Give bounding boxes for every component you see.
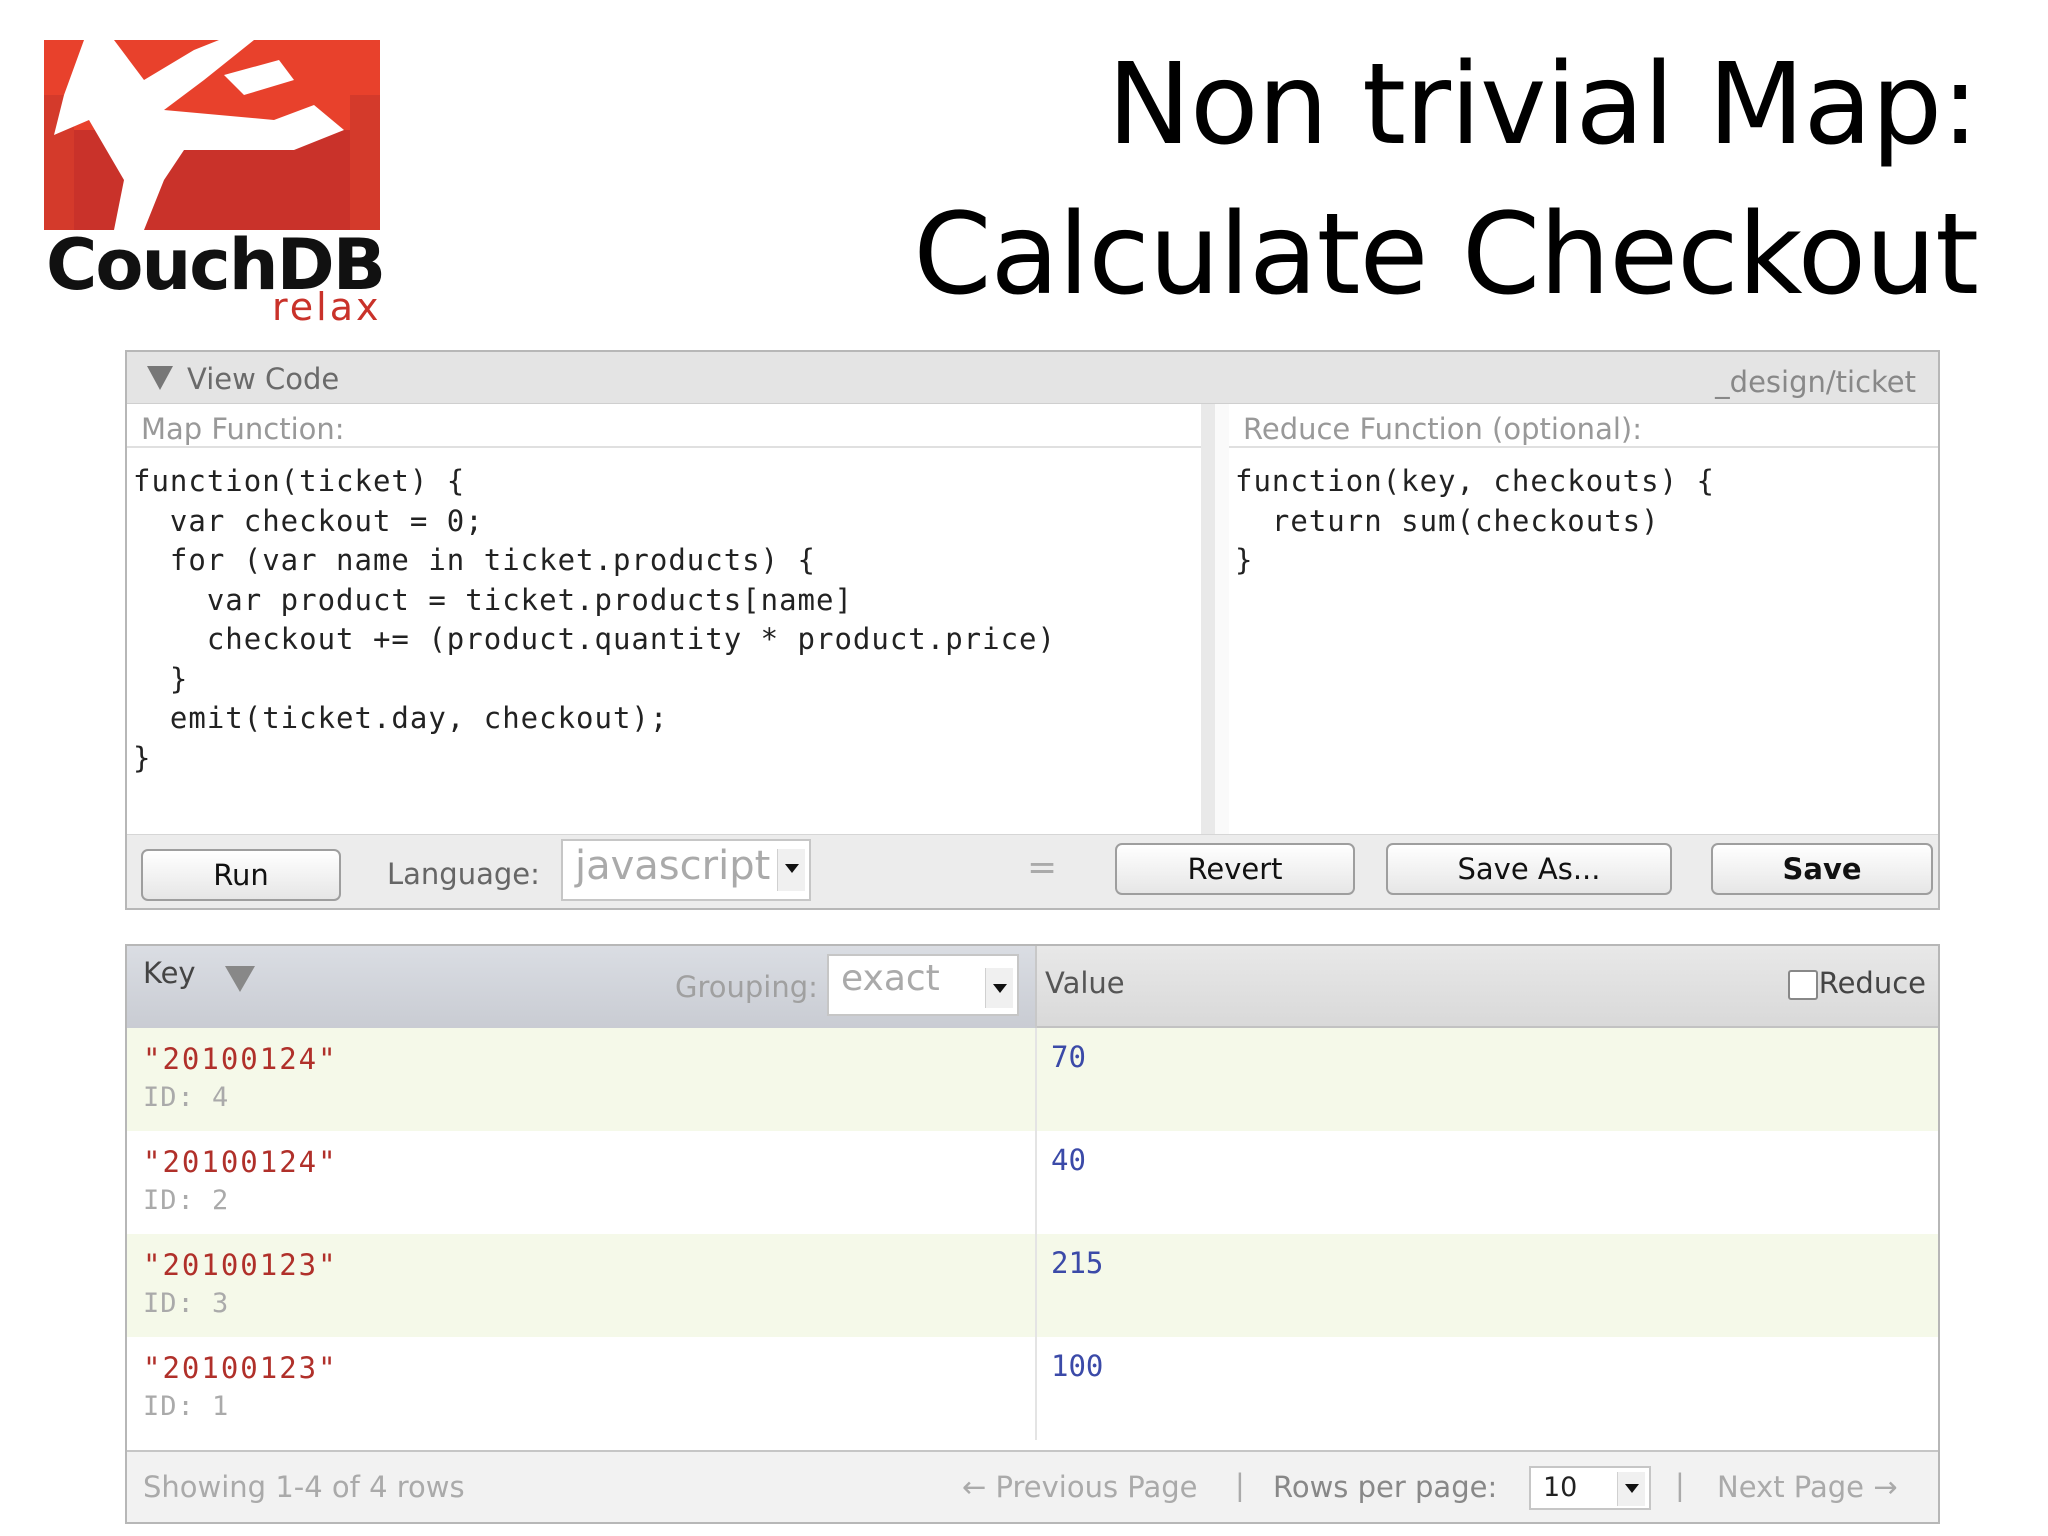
slide-title: Non trivial Map: Calculate Checkout (913, 30, 1979, 330)
row-doc-id[interactable]: ID: 2 (143, 1185, 229, 1216)
row-value: 40 (1051, 1143, 1086, 1177)
row-doc-id[interactable]: ID: 4 (143, 1082, 229, 1113)
key-header-label: Key (143, 956, 196, 990)
couch-icon (44, 40, 380, 230)
key-column-header[interactable]: Key Grouping: exact (127, 946, 1037, 1028)
row-count-status: Showing 1-4 of 4 rows (143, 1470, 465, 1504)
row-key: "20100124" (143, 1042, 338, 1076)
table-row[interactable]: "20100123" ID: 1 100 (127, 1337, 1938, 1440)
resize-handle[interactable]: = (1027, 847, 1057, 888)
view-code-title: View Code (187, 362, 340, 396)
dropdown-arrow-icon[interactable] (1617, 1472, 1645, 1506)
row-doc-id[interactable]: ID: 3 (143, 1288, 229, 1319)
dropdown-arrow-icon[interactable] (777, 849, 805, 891)
slide-title-line2: Calculate Checkout (913, 190, 1979, 320)
key-cell: "20100123" ID: 1 (127, 1337, 1037, 1440)
table-row[interactable]: "20100124" ID: 4 70 (127, 1028, 1938, 1131)
couchdb-logo: CouchDB relax (40, 40, 386, 340)
row-key: "20100123" (143, 1351, 338, 1385)
value-column-header: Value (1045, 966, 1125, 1000)
rows-per-page-value: 10 (1543, 1472, 1578, 1503)
key-cell: "20100123" ID: 3 (127, 1234, 1037, 1337)
previous-page-link[interactable]: ← Previous Page (962, 1470, 1198, 1504)
row-key: "20100124" (143, 1145, 338, 1179)
revert-button[interactable]: Revert (1115, 843, 1355, 895)
run-button[interactable]: Run (141, 849, 341, 901)
save-as-button[interactable]: Save As... (1386, 843, 1672, 895)
view-toolbar: Run Language: javascript = Revert Save A… (127, 834, 1938, 908)
pagination-separator: | (1675, 1468, 1685, 1502)
results-header: Key Grouping: exact Value Reduce (127, 946, 1938, 1028)
language-label: Language: (387, 857, 540, 891)
reduce-checkbox-label[interactable]: Reduce (1819, 966, 1926, 1000)
view-code-header[interactable]: View Code _design/ticket (127, 352, 1938, 404)
save-button[interactable]: Save (1711, 843, 1933, 895)
view-code-panel: View Code _design/ticket Map Function: f… (125, 350, 1940, 910)
language-value: javascript (575, 843, 771, 889)
sort-descending-icon[interactable] (225, 966, 255, 992)
row-value: 70 (1051, 1040, 1086, 1074)
slide-title-line1: Non trivial Map: (1107, 40, 1979, 170)
row-key: "20100123" (143, 1248, 338, 1282)
grouping-value: exact (841, 958, 940, 999)
table-row[interactable]: "20100124" ID: 2 40 (127, 1131, 1938, 1234)
reduce-function-label: Reduce Function (optional): (1229, 404, 1938, 448)
row-value: 100 (1051, 1349, 1104, 1383)
row-doc-id[interactable]: ID: 1 (143, 1391, 229, 1422)
reduce-function-editor[interactable]: function(key, checkouts) { return sum(ch… (1229, 448, 1938, 595)
pagination-footer: Showing 1-4 of 4 rows ← Previous Page | … (127, 1450, 1938, 1522)
results-table: Key Grouping: exact Value Reduce "201001… (125, 944, 1940, 1524)
reduce-checkbox[interactable] (1788, 970, 1818, 1000)
language-select[interactable]: javascript (561, 839, 811, 901)
map-function-label: Map Function: (127, 404, 1201, 448)
pagination-separator: | (1235, 1468, 1245, 1502)
next-page-link[interactable]: Next Page → (1717, 1470, 1898, 1504)
grouping-label: Grouping: (675, 970, 818, 1004)
table-row[interactable]: "20100123" ID: 3 215 (127, 1234, 1938, 1337)
rows-per-page-label: Rows per page: (1273, 1470, 1498, 1504)
map-function-editor[interactable]: function(ticket) { var checkout = 0; for… (127, 448, 1201, 792)
map-function-column: Map Function: function(ticket) { var che… (127, 404, 1215, 834)
logo-tagline: relax (272, 285, 382, 329)
reduce-function-column: Reduce Function (optional): function(key… (1229, 404, 1938, 834)
dropdown-arrow-icon[interactable] (985, 968, 1013, 1008)
key-cell: "20100124" ID: 2 (127, 1131, 1037, 1234)
rows-per-page-select[interactable]: 10 (1529, 1466, 1651, 1510)
row-value: 215 (1051, 1246, 1104, 1280)
grouping-select[interactable]: exact (827, 954, 1019, 1016)
collapse-triangle-icon[interactable] (147, 366, 173, 390)
design-doc-label: _design/ticket (1715, 365, 1916, 399)
key-cell: "20100124" ID: 4 (127, 1028, 1037, 1131)
